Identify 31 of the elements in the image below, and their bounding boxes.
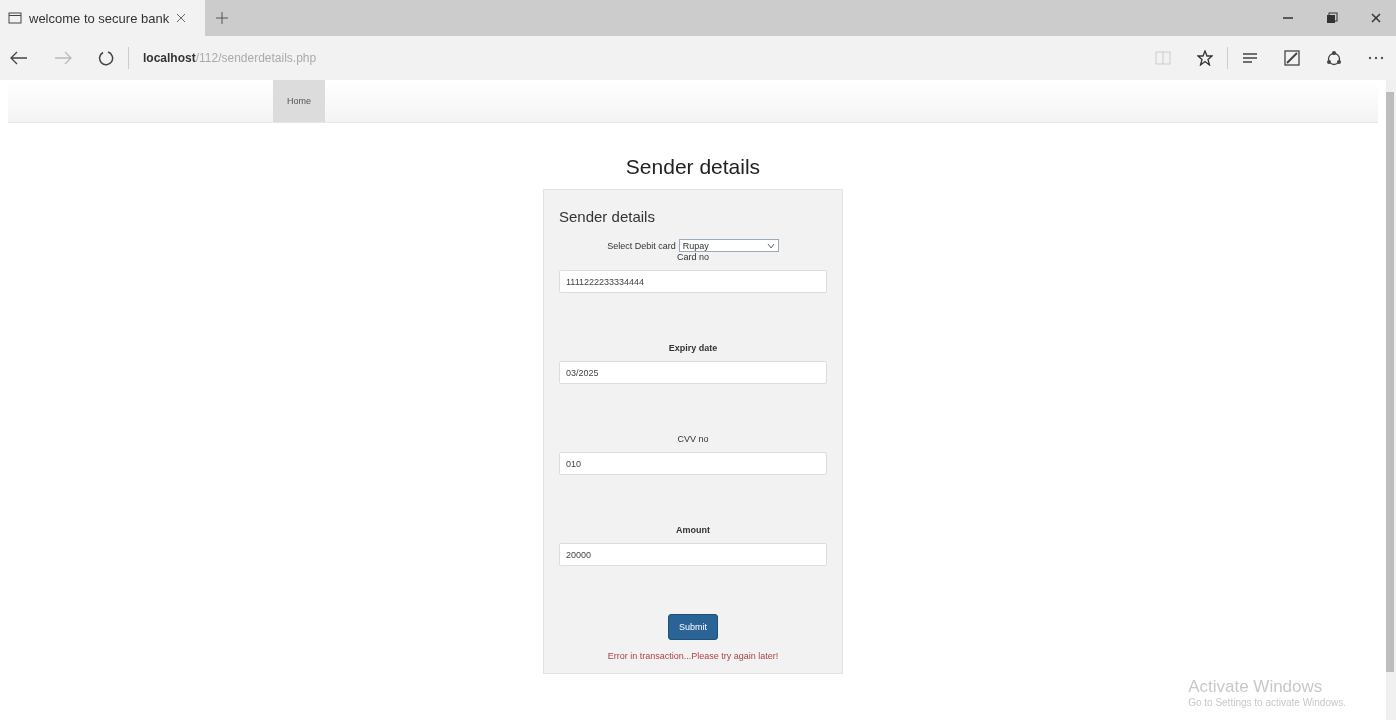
scrollbar-thumb[interactable]	[1386, 92, 1394, 672]
input-field[interactable]: 20000	[559, 543, 827, 566]
refresh-icon[interactable]	[98, 50, 114, 66]
card-type-select[interactable]: Rupay	[678, 239, 779, 252]
page-title: Sender details	[625, 155, 761, 179]
select-label: Select Debit card	[607, 240, 676, 251]
close-icon[interactable]	[1370, 12, 1382, 24]
input-field[interactable]: 03/2025	[559, 361, 827, 384]
more-icon[interactable]	[1368, 56, 1384, 60]
hub-icon[interactable]	[1242, 52, 1258, 64]
star-icon[interactable]	[1197, 50, 1213, 66]
tab-title: welcome to secure bank	[29, 10, 170, 26]
caret-icon	[766, 242, 775, 249]
home-link[interactable]: Home	[273, 80, 325, 122]
field-label: Expiry date	[668, 343, 718, 353]
tab-page-icon	[8, 12, 22, 24]
field-label: Card no	[677, 252, 709, 262]
field-label: Amount	[676, 525, 710, 535]
close-icon[interactable]	[176, 13, 187, 23]
restore-icon[interactable]	[1326, 12, 1338, 24]
error-message: Error in transaction...Please try again later!	[607, 651, 779, 661]
pen-icon[interactable]	[1284, 50, 1300, 66]
input-field[interactable]: 010	[559, 452, 827, 475]
submit-button[interactable]: Submit	[668, 614, 718, 640]
browser-tab[interactable]: welcome to secure bank	[0, 0, 205, 36]
share-icon[interactable]	[1326, 50, 1342, 66]
input-field[interactable]: 1111222233334444	[559, 270, 827, 293]
form-heading: Sender details	[559, 208, 655, 225]
back-icon[interactable]	[10, 51, 28, 65]
address-field[interactable]: localhost/112/senderdetails.php	[143, 51, 317, 65]
field-label: CVV no	[677, 434, 709, 444]
